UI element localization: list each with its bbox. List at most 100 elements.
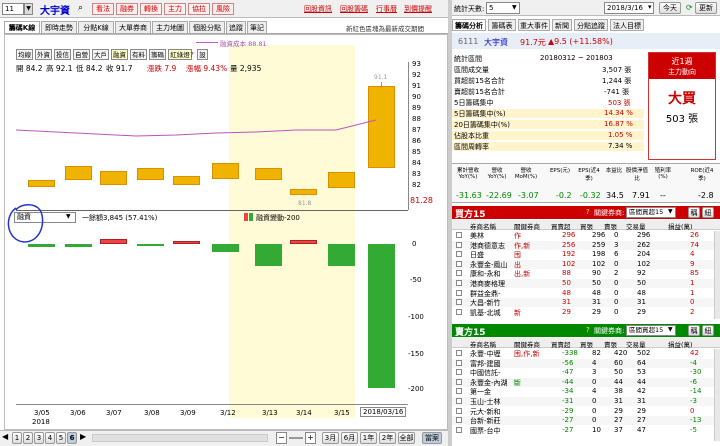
row-checkbox[interactable] xyxy=(456,289,462,296)
broker-name[interactable]: 港商德意志 xyxy=(470,241,505,251)
tool-tab-light[interactable]: 紅綠燈 xyxy=(168,49,192,60)
tool-tab-big[interactable]: 大戶 xyxy=(92,49,109,60)
table-row[interactable]: 富邦-建國 -56 4 60 64 -4 xyxy=(452,358,716,369)
search-icon[interactable]: ⌕ xyxy=(78,3,83,13)
sell-btn-a[interactable]: 稱 xyxy=(688,325,700,336)
table-row[interactable]: 永豐-中壢 囤,作,新 -338 82 420 502 42 xyxy=(452,349,716,358)
row-checkbox[interactable] xyxy=(456,378,462,385)
tool-tab-material[interactable]: 有料 xyxy=(130,49,147,60)
refresh-icon[interactable]: ⟳ xyxy=(686,3,693,12)
row-checkbox[interactable] xyxy=(456,350,462,356)
buy-btn-b[interactable]: 紐 xyxy=(702,207,714,218)
table-row[interactable]: 日盛 囤 192 198 6 204 4 xyxy=(452,250,716,259)
stock-code-input[interactable]: 11 xyxy=(2,3,24,15)
tool-tab-margin[interactable]: 融資 xyxy=(111,49,128,60)
prev-arrow[interactable]: ◀ xyxy=(2,432,8,441)
tool-tab-foreign[interactable]: 外資 xyxy=(35,49,52,60)
top-link-2[interactable]: 行事曆 xyxy=(376,4,397,14)
range-3m[interactable]: 3月 xyxy=(322,432,339,444)
tab-branch[interactable]: 個股分點 xyxy=(189,21,225,33)
table-row[interactable]: 中國信託- -47 3 50 53 -30 xyxy=(452,368,716,377)
table-row[interactable]: 凱基-北城 新 29 29 0 29 2 xyxy=(452,308,716,317)
broker-name[interactable]: 凱基-北城 xyxy=(470,308,501,318)
row-checkbox[interactable] xyxy=(456,280,462,286)
table-row[interactable]: 群益金鼎- 48 48 0 48 1 xyxy=(452,289,716,298)
settings-button[interactable]: 設 xyxy=(197,49,208,60)
tab-chip-table[interactable]: 籌碼表 xyxy=(488,19,516,31)
table-row[interactable]: 永豐金-鳳山出 102 102 0 102 9 xyxy=(452,259,716,270)
buy-btn-a[interactable]: 稱 xyxy=(688,207,700,218)
row-checkbox[interactable] xyxy=(456,426,462,433)
row-checkbox[interactable] xyxy=(456,359,462,366)
tab-k-line[interactable]: 籌碼K線 xyxy=(4,21,40,33)
table-row[interactable]: 港商德意志 作,新 256 259 3 262 74 xyxy=(452,240,716,251)
tab-big-broker[interactable]: 大單券商 xyxy=(115,21,151,33)
tool-tab-chips[interactable]: 籌碼 xyxy=(149,49,166,60)
broker-name[interactable]: 永豐-中壢 xyxy=(470,349,501,359)
top-link-1[interactable]: 回股籌碼 xyxy=(340,4,368,14)
page-button-4[interactable]: 4 xyxy=(45,432,55,444)
help-icon[interactable]: ? xyxy=(190,51,194,59)
action-button-0[interactable]: 看法 xyxy=(92,3,114,15)
broker-name[interactable]: 大昌-新竹 xyxy=(470,298,501,308)
chevron-down-icon[interactable]: ▼ xyxy=(668,326,673,333)
broker-name[interactable]: 台新-新莊 xyxy=(470,416,501,426)
table-row[interactable]: 美林 作 296 296 0 296 26 xyxy=(452,231,716,240)
zoom-out-icon[interactable]: − xyxy=(276,432,287,444)
row-checkbox[interactable] xyxy=(456,232,462,238)
tool-tab-trust[interactable]: 投信 xyxy=(54,49,71,60)
chevron-down-icon[interactable]: ▼ xyxy=(66,213,71,220)
broker-name[interactable]: 港商麥格理 xyxy=(470,279,505,289)
action-button-3[interactable]: 主力 xyxy=(164,3,186,15)
row-checkbox[interactable] xyxy=(456,251,462,258)
broker-name[interactable]: 永豐金-鳳山 xyxy=(470,260,508,270)
buy-scrollbar[interactable] xyxy=(714,231,720,319)
row-checkbox[interactable] xyxy=(456,417,462,424)
broker-name[interactable]: 美林 xyxy=(470,231,484,241)
tab-branch-track[interactable]: 分點追蹤 xyxy=(574,19,608,31)
broker-name[interactable]: 富邦-建國 xyxy=(470,359,501,369)
range-2y[interactable]: 2年 xyxy=(379,432,396,444)
row-checkbox[interactable] xyxy=(456,388,462,395)
today-button[interactable]: 今天 xyxy=(659,2,681,14)
table-row[interactable]: 玉山-士林 -31 0 31 31 -3 xyxy=(452,397,716,407)
calendar-icon[interactable]: ▾ xyxy=(648,3,652,11)
page-button-6[interactable]: 6 xyxy=(67,432,77,444)
table-row[interactable]: 港商麥格理 50 50 0 50 1 xyxy=(452,279,716,289)
broker-name[interactable]: 康和-永和 xyxy=(470,269,501,279)
page-button-1[interactable]: 1 xyxy=(12,432,22,444)
tab-track[interactable]: 追蹤 xyxy=(226,21,246,33)
row-checkbox[interactable] xyxy=(456,308,462,315)
chevron-down-icon[interactable]: ▼ xyxy=(668,208,673,215)
action-button-5[interactable]: 風險 xyxy=(212,3,234,15)
date-input[interactable]: 2018/3/16 xyxy=(604,2,654,14)
table-row[interactable]: 大昌-新竹 31 31 0 31 0 xyxy=(452,298,716,308)
tab-events[interactable]: 重大事件 xyxy=(518,19,550,31)
range-1y[interactable]: 1年 xyxy=(360,432,377,444)
page-button-2[interactable]: 2 xyxy=(23,432,33,444)
row-checkbox[interactable] xyxy=(456,260,462,267)
tab-branch-k[interactable]: 分點K線 xyxy=(78,21,114,33)
zoom-slider[interactable] xyxy=(289,437,303,439)
range-current[interactable]: 當案 xyxy=(422,432,442,444)
action-button-2[interactable]: 轉換 xyxy=(140,3,162,15)
range-6m[interactable]: 6月 xyxy=(341,432,358,444)
tab-targets[interactable]: 法人目標 xyxy=(610,19,644,31)
table-row[interactable]: 台新-新莊 -27 0 27 27 -13 xyxy=(452,416,716,426)
broker-name[interactable]: 元大-新和 xyxy=(470,407,501,417)
range-all[interactable]: 全部 xyxy=(398,432,415,444)
top-link-3[interactable]: 到價提醒 xyxy=(404,4,432,14)
top-link-0[interactable]: 回股資訊 xyxy=(304,4,332,14)
sell-scrollbar[interactable] xyxy=(714,349,720,441)
broker-name[interactable]: 中國信託- xyxy=(470,368,501,378)
tab-realtime[interactable]: 即時走勢 xyxy=(41,21,77,33)
action-button-1[interactable]: 融券 xyxy=(116,3,138,15)
broker-name[interactable]: 永豐金-內湖 xyxy=(470,378,508,388)
help-icon[interactable]: ? xyxy=(586,208,590,216)
row-checkbox[interactable] xyxy=(456,270,462,277)
chevron-down-icon[interactable]: ▼ xyxy=(24,3,33,15)
table-row[interactable]: 國票-台中 -27 10 37 47 -5 xyxy=(452,426,716,435)
next-arrow[interactable]: ▶ xyxy=(80,432,86,441)
broker-name[interactable]: 國票-台中 xyxy=(470,426,501,436)
page-button-5[interactable]: 5 xyxy=(56,432,66,444)
